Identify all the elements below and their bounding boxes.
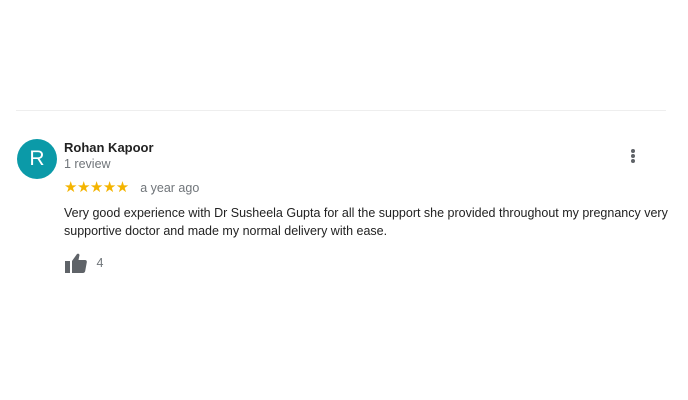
star-rating: ★★★★★: [64, 178, 129, 196]
avatar-initial: R: [29, 147, 45, 170]
review-count[interactable]: 1 review: [64, 157, 111, 171]
more-options-button[interactable]: [623, 146, 643, 166]
author-name[interactable]: Rohan Kapoor: [64, 140, 154, 155]
rating-row: ★★★★★ a year ago: [64, 179, 199, 195]
divider: [16, 110, 666, 111]
avatar[interactable]: R: [17, 139, 57, 179]
page: R Rohan Kapoor 1 review ★★★★★ a year ago…: [0, 0, 688, 400]
like-button[interactable]: [64, 252, 88, 274]
like-row: 4: [64, 252, 103, 274]
thumbs-up-icon: [65, 253, 87, 273]
like-count: 4: [96, 256, 104, 270]
review-time: a year ago: [140, 180, 200, 195]
review-text: Very good experience with Dr Susheela Gu…: [64, 206, 668, 238]
